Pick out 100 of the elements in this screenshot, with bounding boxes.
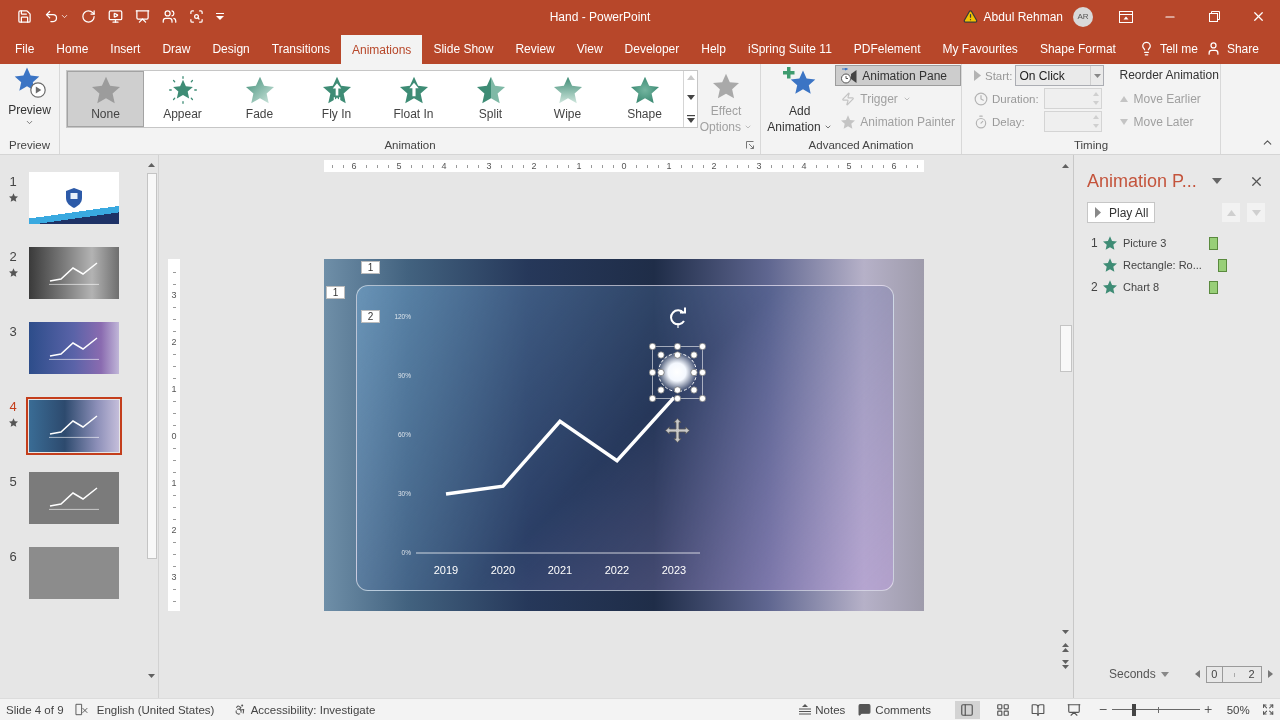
ribbon-display-icon[interactable]	[1119, 10, 1133, 23]
ribbon-tab[interactable]: Transitions	[260, 33, 341, 64]
zoom-in-icon[interactable]	[1203, 704, 1214, 715]
ribbon-tab[interactable]: Shape Format	[1028, 33, 1127, 64]
ruler-number: 3	[170, 572, 178, 582]
animation-effect[interactable]: Wipe	[529, 71, 606, 127]
ribbon-tab[interactable]: Slide Show	[422, 33, 505, 64]
share-button[interactable]: Share	[1201, 33, 1263, 64]
slide-thumbnail[interactable]	[29, 472, 119, 524]
animation-pane-button[interactable]: Animation Pane	[835, 65, 961, 86]
warning-icon	[962, 9, 978, 24]
animation-item-name[interactable]: Picture 3	[1123, 237, 1207, 249]
restore-icon[interactable]	[1208, 11, 1220, 22]
selection-handles-icon[interactable]	[649, 343, 706, 402]
ribbon-tab[interactable]: Developer	[613, 33, 691, 64]
previous-slide-icon[interactable]	[1062, 643, 1069, 652]
language-label[interactable]: English (United States)	[96, 703, 215, 716]
people-icon[interactable]	[162, 9, 177, 24]
caret-icon	[824, 123, 832, 131]
timing-bar[interactable]	[1218, 258, 1227, 272]
scrollbar-thumb[interactable]	[1059, 325, 1072, 372]
notes-button[interactable]: Notes	[797, 703, 848, 716]
ribbon-tab[interactable]: Insert	[99, 33, 152, 64]
slide-thumbnail[interactable]	[26, 397, 122, 455]
ribbon-tab[interactable]: File	[4, 33, 46, 64]
add-animation-button[interactable]: Add Animation	[767, 64, 833, 135]
animation-effect[interactable]: Shape	[606, 71, 683, 127]
ruler-number: 5	[845, 161, 853, 171]
animation-effect[interactable]: Appear	[144, 71, 221, 127]
animation-order-tag[interactable]: 1	[326, 286, 345, 299]
slide-thumbnail[interactable]	[29, 322, 119, 374]
view-button[interactable]	[954, 700, 980, 719]
next-slide-icon[interactable]	[1062, 660, 1069, 669]
more-icon[interactable]	[686, 115, 695, 123]
animation-effect[interactable]: Float In	[375, 71, 452, 127]
ribbon-tab[interactable]: My Favourites	[931, 33, 1029, 64]
mini-chart-drawing	[49, 414, 99, 438]
animation-effect[interactable]: Fly In	[298, 71, 375, 127]
ribbon-tab[interactable]: Draw	[151, 33, 202, 64]
ribbon-tab[interactable]: PDFelement	[842, 33, 932, 64]
slide-number: 1	[9, 174, 17, 189]
undo-icon[interactable]	[44, 9, 59, 24]
animation-order-tag[interactable]: 2	[361, 310, 380, 323]
play-all-button[interactable]: Play All	[1087, 202, 1155, 223]
fit-to-window-icon[interactable]	[1261, 703, 1274, 716]
rotate-handle-icon[interactable]	[668, 306, 688, 328]
comments-button[interactable]: Comments	[856, 703, 933, 716]
scroll-down-icon[interactable]	[1062, 629, 1069, 634]
ribbon-tab[interactable]: Design	[201, 33, 261, 64]
mini-chart-drawing	[49, 336, 99, 360]
zoom-level[interactable]: 50%	[1226, 703, 1250, 716]
ribbon-tab[interactable]: View	[565, 33, 614, 64]
up-triangle-icon	[1120, 95, 1129, 102]
caret-icon[interactable]	[60, 12, 69, 21]
ruler-number: 6	[350, 161, 358, 171]
scroll-down-icon[interactable]	[148, 673, 155, 678]
slide-number: 2	[9, 249, 17, 264]
preview-button[interactable]: Preview	[0, 64, 59, 127]
save-icon[interactable]	[17, 9, 32, 24]
screen-play-icon[interactable]	[108, 9, 123, 24]
scroll-down-icon[interactable]	[686, 95, 695, 100]
left-triangle-icon[interactable]	[1194, 670, 1200, 678]
ribbon-tab[interactable]: Review	[504, 33, 566, 64]
slide-thumbnail[interactable]	[29, 172, 119, 224]
caret-icon	[744, 123, 753, 131]
animation-effect[interactable]: None	[67, 71, 144, 127]
x-axis-label: 2022	[604, 564, 630, 576]
caret-icon	[1094, 73, 1101, 78]
timing-bar[interactable]	[1209, 280, 1218, 294]
scroll-up-icon[interactable]	[148, 162, 155, 167]
slide-thumbnail[interactable]	[29, 247, 119, 299]
animation-item-name[interactable]: Chart 8	[1123, 281, 1207, 293]
animation-item-name[interactable]: Rectangle: Ro...	[1123, 259, 1207, 271]
slide-thumbnail[interactable]	[29, 547, 119, 599]
ribbon-tab[interactable]: iSpring Suite 11	[736, 33, 843, 64]
ribbon-tab[interactable]: Home	[45, 33, 100, 64]
dialog-launcher-icon[interactable]	[746, 141, 754, 149]
accessibility-status[interactable]: Accessibility: Investigate	[250, 703, 376, 716]
spell-check-icon[interactable]	[74, 703, 88, 716]
ribbon-tab[interactable]: Animations	[341, 35, 423, 64]
preview-search-icon[interactable]	[189, 9, 204, 24]
scrollbar-thumb[interactable]	[146, 173, 157, 559]
animation-effect[interactable]: Fade	[221, 71, 298, 127]
timing-bar[interactable]	[1209, 236, 1218, 250]
redo-icon[interactable]	[81, 9, 96, 24]
play-icon	[1095, 207, 1101, 218]
presentation-board-icon[interactable]	[135, 9, 150, 24]
scroll-up-icon[interactable]	[1062, 163, 1069, 168]
zoom-slider-thumb[interactable]	[1131, 703, 1136, 716]
tell-me-search[interactable]: Tell me	[1134, 33, 1202, 64]
ribbon-tab[interactable]: Help	[690, 33, 737, 64]
customize-caret-icon[interactable]	[216, 13, 224, 20]
ruler-number: 1	[575, 161, 583, 171]
animation-effect[interactable]: Split	[452, 71, 529, 127]
user-avatar[interactable]: AR	[1073, 6, 1093, 27]
pane-menu-caret-icon[interactable]	[1212, 178, 1222, 184]
animation-order-tag[interactable]: 1	[361, 261, 380, 274]
seconds-dropdown[interactable]: Seconds	[1109, 667, 1169, 681]
right-triangle-icon[interactable]	[1267, 670, 1273, 678]
notes-icon	[799, 704, 812, 715]
